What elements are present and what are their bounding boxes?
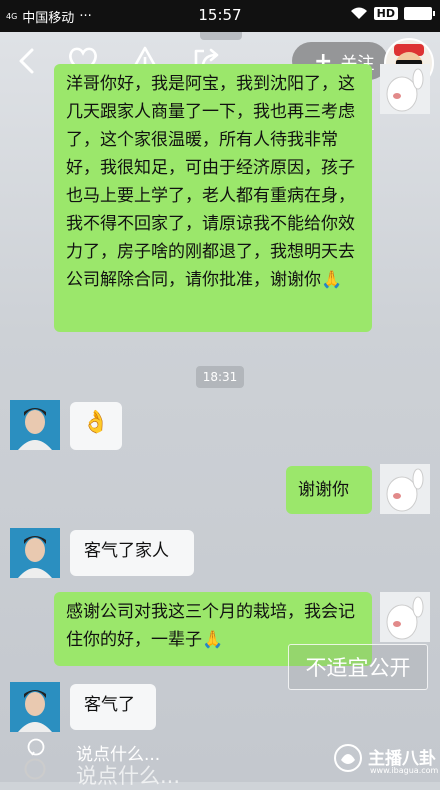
message-bubble-outgoing[interactable]: 谢谢你 — [286, 466, 372, 514]
avatar-self[interactable] — [380, 464, 430, 514]
person-avatar-icon — [10, 528, 60, 578]
avatar-self[interactable] — [380, 64, 430, 114]
watermark-emblem-icon — [334, 744, 362, 772]
chat-comment-icon[interactable] — [26, 738, 46, 758]
rabbit-avatar-icon — [380, 464, 430, 514]
message-timestamp: 18:31 — [196, 366, 244, 388]
message-bubble-outgoing[interactable]: 洋哥你好，我是阿宝，我到沈阳了，这几天跟家人商量了一下，我也再三考虑了，这个家很… — [54, 64, 372, 332]
avatar-other[interactable] — [10, 682, 60, 732]
message-bubble-incoming[interactable]: 客气了家人 — [70, 530, 194, 576]
chat-comment-icon-echo — [24, 758, 46, 780]
comment-placeholder-echo: 说点什么... — [76, 764, 181, 788]
person-avatar-icon — [10, 682, 60, 732]
watermark-url: www.ibagua.com — [370, 766, 439, 775]
wifi-icon — [350, 7, 367, 19]
rabbit-avatar-icon — [380, 64, 430, 114]
message-bubble-emoji[interactable]: 👌 — [70, 402, 122, 450]
battery-icon — [404, 6, 435, 20]
hd-badge: HD — [373, 6, 398, 20]
person-avatar-icon — [10, 400, 60, 450]
watermark-logo: 主播八卦 www.ibagua.com — [332, 742, 439, 780]
not-public-label: 不适宜公开 — [288, 644, 428, 690]
avatar-other[interactable] — [10, 528, 60, 578]
avatar-other[interactable] — [10, 400, 60, 450]
status-right: HD — [350, 6, 435, 20]
previous-timestamp — [200, 32, 242, 40]
rabbit-avatar-icon — [380, 592, 430, 642]
back-icon[interactable] — [10, 44, 44, 78]
status-bar: 4G 中国移动 ··· 15:57 HD — [0, 0, 440, 32]
message-bubble-incoming[interactable]: 客气了 — [70, 684, 156, 730]
avatar-self[interactable] — [380, 592, 430, 642]
